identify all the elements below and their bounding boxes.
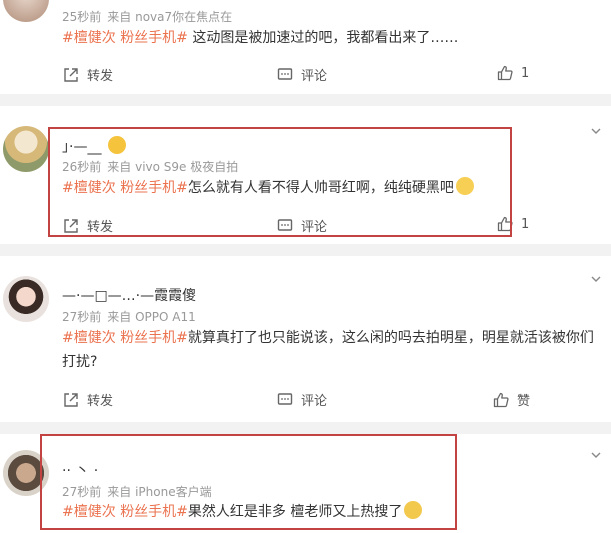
comment-button[interactable]: 评论 (277, 65, 327, 84)
comment-body: 果然人红是非多 檀老师又上热搜了 (187, 504, 403, 520)
hashtag[interactable]: 粉丝手机# (120, 504, 188, 520)
hashtag[interactable]: #檀健次 (62, 504, 116, 520)
comment-icon (277, 218, 293, 231)
comment-source: 来自 vivo S9e 极夜自拍 (107, 160, 239, 174)
comment-icon (277, 392, 293, 405)
chevron-down-icon[interactable] (591, 274, 601, 284)
repost-label: 转发 (87, 220, 114, 235)
hashtag[interactable]: 粉丝手机# (120, 330, 188, 346)
thumbs-up-icon (497, 65, 513, 81)
repost-label: 转发 (87, 394, 114, 409)
avatar[interactable] (3, 126, 49, 172)
comment-body: 这动图是被加速过的吧，我都看出来了…… (192, 30, 459, 46)
comment-body: 怎么就有人看不得人帅哥红啊，纯纯硬黑吧 (187, 180, 454, 196)
hashtag[interactable]: #檀健次 (62, 30, 116, 46)
chevron-down-icon[interactable] (591, 126, 601, 136)
avatar[interactable] (3, 450, 49, 496)
repost-button[interactable]: 转发 (63, 216, 113, 235)
comment-meta: 27秒前 来自 OPPO A11 (62, 308, 202, 325)
shocked-emoji-icon (455, 177, 474, 195)
comment-time: 27秒前 (62, 485, 102, 499)
username[interactable]: ·· 丶 · (62, 460, 98, 480)
username[interactable]: —·—□—…·—霞霞傻 (62, 285, 196, 305)
like-button[interactable]: 赞 (493, 390, 530, 409)
comment-text: #檀健次 粉丝手机#怎么就有人看不得人帅哥红啊，纯纯硬黑吧 (62, 176, 607, 200)
chevron-down-icon[interactable] (591, 450, 601, 460)
comment-meta: 26秒前 来自 vivo S9e 极夜自拍 (62, 158, 244, 175)
comment-label: 评论 (301, 220, 328, 235)
like-count: 1 (521, 216, 530, 232)
comment-label: 评论 (301, 394, 328, 409)
like-count: 1 (521, 65, 530, 81)
share-icon (64, 67, 78, 82)
comment-meta: 27秒前 来自 iPhone客户端 (62, 483, 218, 500)
comment-source: 来自 nova7你在焦点在 (107, 10, 233, 24)
hashtag[interactable]: 粉丝手机# (120, 180, 188, 196)
username-text: 」·—__ (62, 139, 102, 155)
comment-button[interactable]: 评论 (277, 216, 327, 235)
comment-card: ·· 丶 · 27秒前 来自 iPhone客户端 #檀健次 粉丝手机#果然人红是非… (0, 434, 611, 533)
share-icon (64, 218, 78, 233)
comment-text: #檀健次 粉丝手机#就算真打了也只能说该，这么闲的吗去拍明星，明星就活该被你们打… (62, 326, 607, 374)
repost-button[interactable]: 转发 (63, 65, 113, 84)
hashtag[interactable]: 粉丝手机# (120, 30, 188, 46)
comment-card: —·—□—…·—霞霞傻 27秒前 来自 OPPO A11 #檀健次 粉丝手机#就算… (0, 256, 611, 422)
hashtag[interactable]: #檀健次 (62, 180, 116, 196)
doge-emoji-icon (404, 501, 423, 519)
hashtag[interactable]: #檀健次 (62, 330, 116, 346)
comment-source: 来自 OPPO A11 (107, 310, 196, 324)
comment-text: #檀健次 粉丝手机#果然人红是非多 檀老师又上热搜了 (62, 500, 607, 524)
comment-card: 」·—__ 26秒前 来自 vivo S9e 极夜自拍 #檀健次 粉丝手机#怎么就… (0, 106, 611, 244)
repost-button[interactable]: 转发 (63, 390, 113, 409)
comment-text: #檀健次 粉丝手机# 这动图是被加速过的吧，我都看出来了…… (62, 26, 607, 50)
comment-time: 25秒前 (62, 10, 102, 24)
repost-label: 转发 (87, 69, 114, 84)
avatar[interactable] (3, 0, 49, 22)
comment-button[interactable]: 评论 (277, 390, 327, 409)
comment-card: 25秒前 来自 nova7你在焦点在 #檀健次 粉丝手机# 这动图是被加速过的吧，… (0, 0, 611, 94)
like-button[interactable]: 1 (497, 216, 529, 232)
comment-time: 27秒前 (62, 310, 102, 324)
like-label: 赞 (517, 394, 531, 409)
comment-icon (277, 67, 293, 80)
share-icon (64, 392, 78, 407)
comment-label: 评论 (301, 69, 328, 84)
thumbs-up-icon (493, 392, 509, 407)
heart-eyes-emoji-icon (107, 136, 126, 154)
thumbs-up-icon (497, 216, 513, 232)
avatar[interactable] (3, 276, 49, 322)
comment-time: 26秒前 (62, 160, 102, 174)
comment-source: 来自 iPhone客户端 (107, 485, 212, 499)
comment-meta: 25秒前 来自 nova7你在焦点在 (62, 8, 238, 25)
like-button[interactable]: 1 (497, 65, 529, 81)
username[interactable]: 」·—__ (62, 136, 126, 156)
